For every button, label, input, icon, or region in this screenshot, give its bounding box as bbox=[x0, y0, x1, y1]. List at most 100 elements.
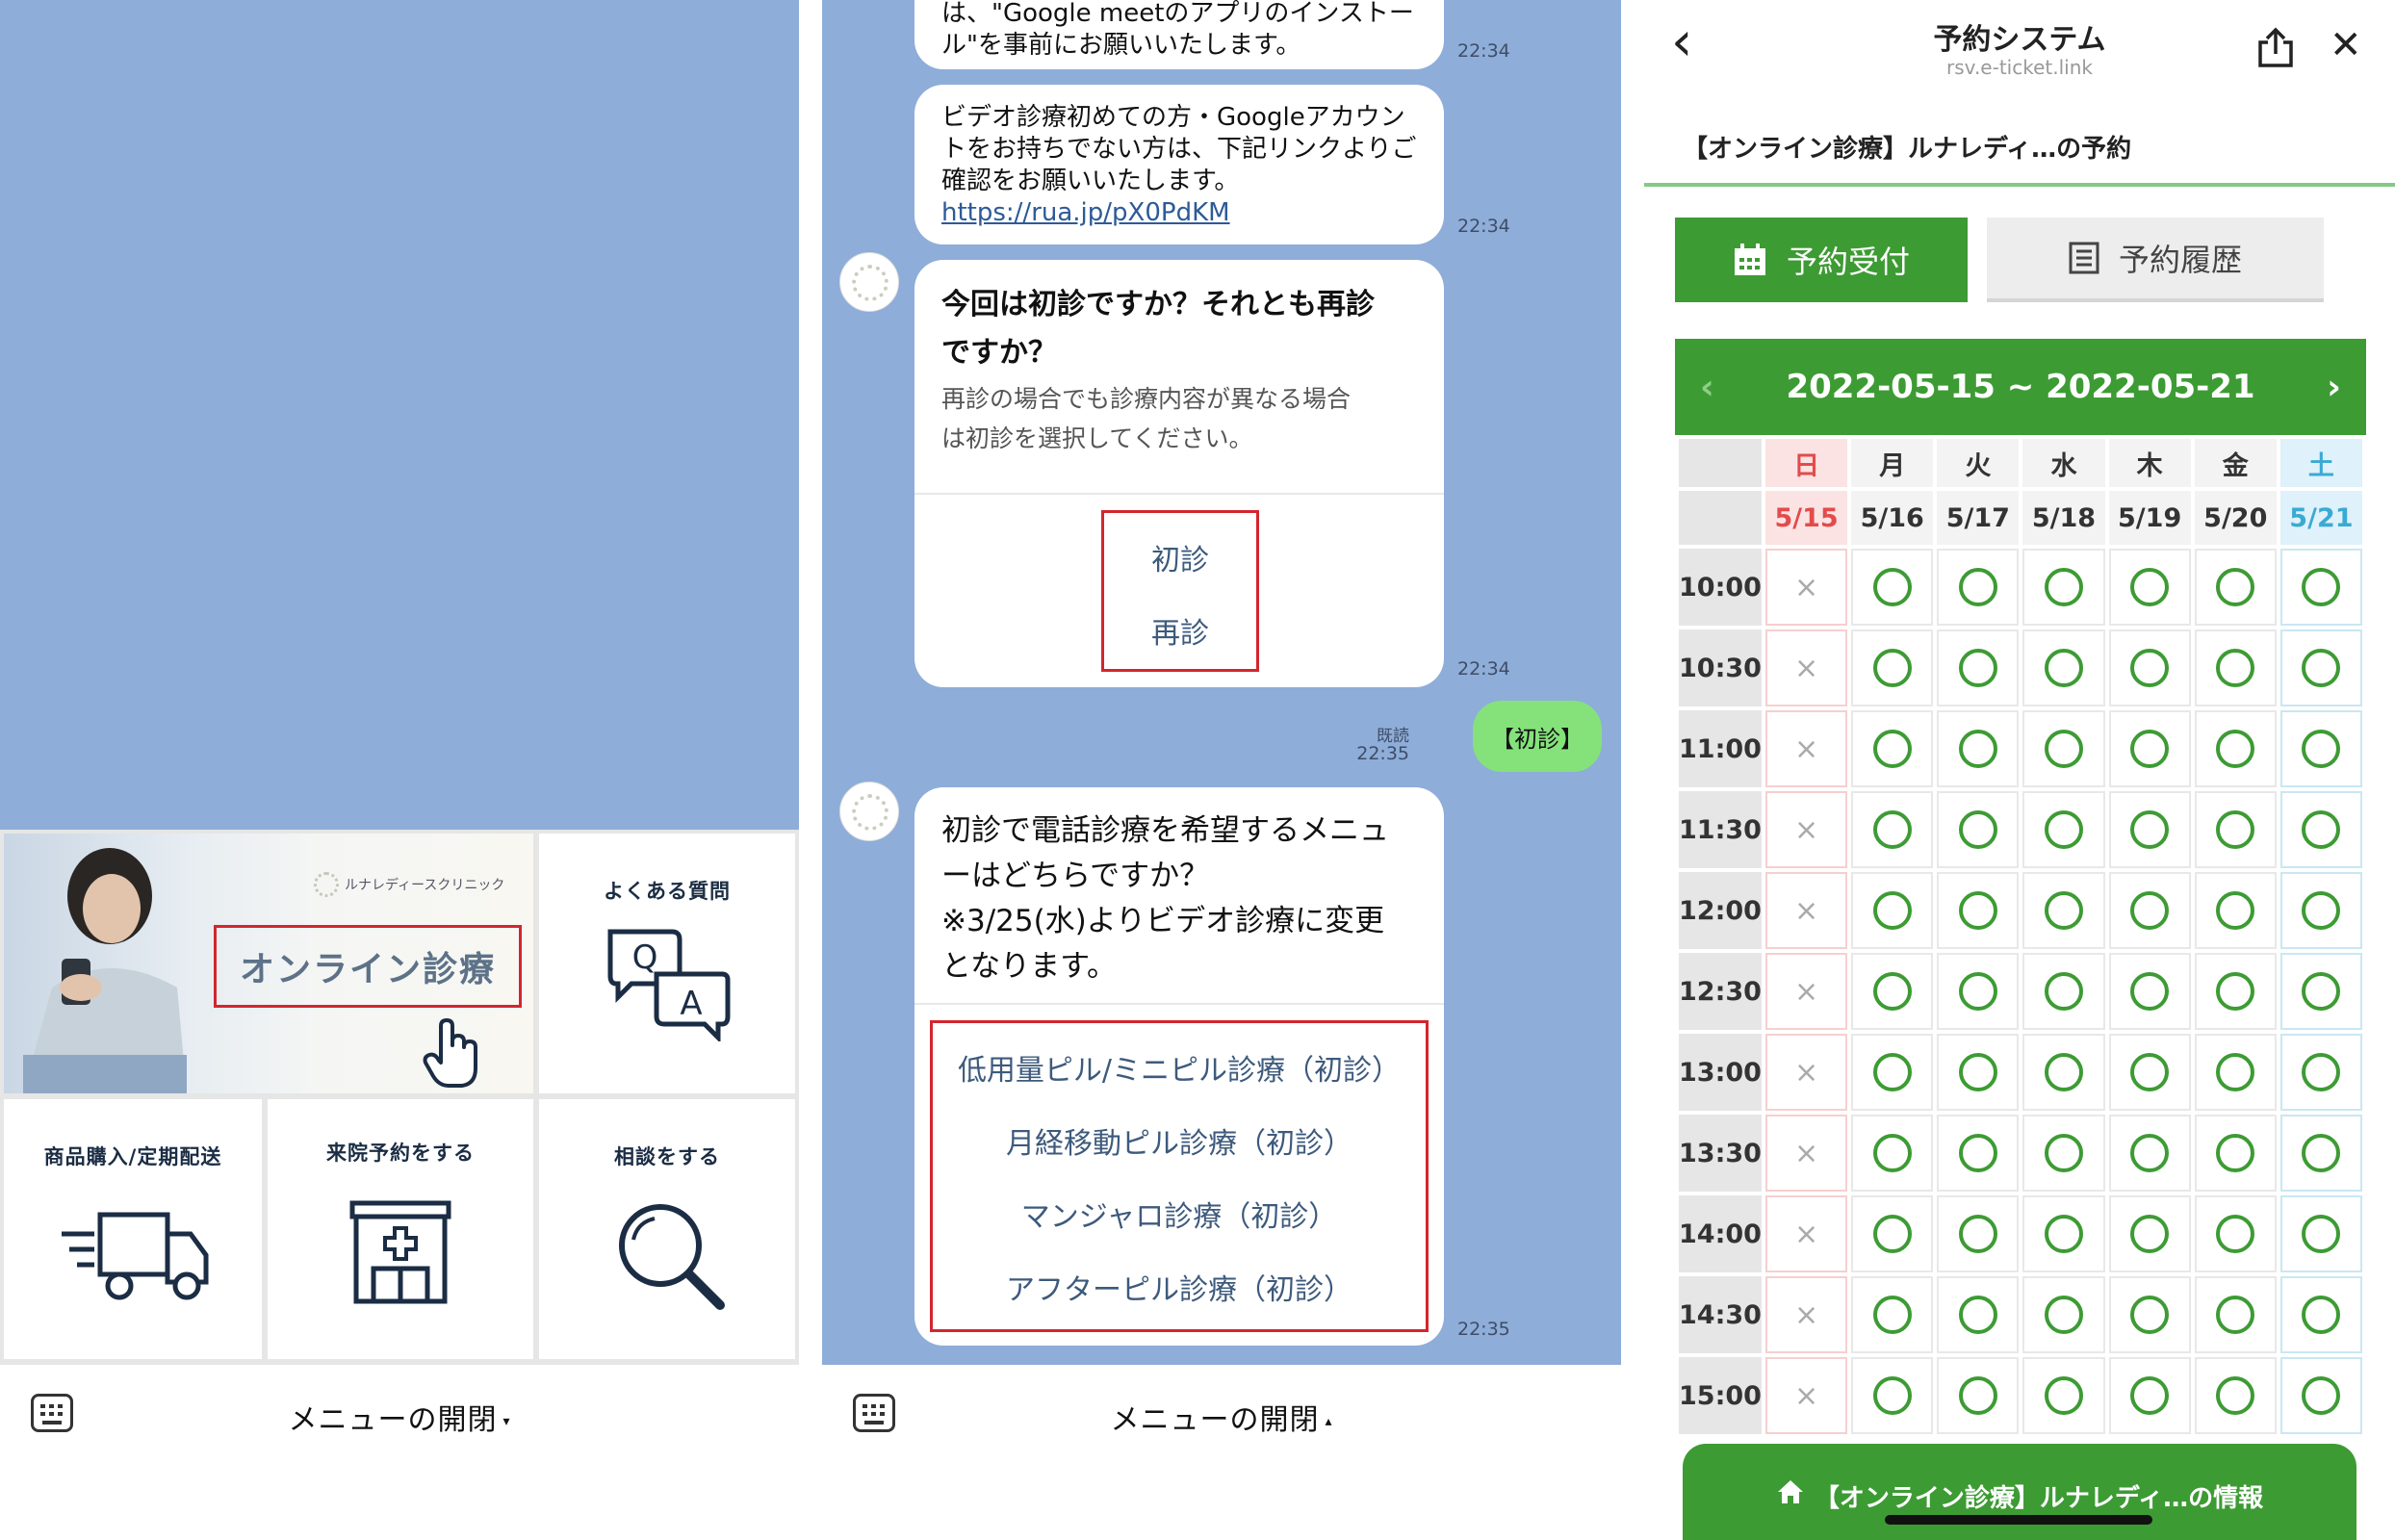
available-slot[interactable] bbox=[2279, 710, 2362, 787]
unavailable-slot: × bbox=[1765, 791, 1848, 868]
menu-toggle-button[interactable]: メニューの開閉 ▾ bbox=[0, 1396, 799, 1438]
available-slot[interactable] bbox=[1851, 1034, 1934, 1111]
available-slot[interactable] bbox=[1937, 1276, 2020, 1353]
available-slot[interactable] bbox=[2194, 629, 2277, 706]
available-slot[interactable] bbox=[2194, 791, 2277, 868]
available-slot[interactable] bbox=[2108, 872, 2191, 949]
period-shift-pill-button[interactable]: 月経移動ピル診療（初診） bbox=[933, 1119, 1426, 1162]
available-slot[interactable] bbox=[2194, 1195, 2277, 1272]
available-slot[interactable] bbox=[2194, 953, 2277, 1030]
available-slot[interactable] bbox=[1937, 1115, 2020, 1192]
available-slot[interactable] bbox=[1851, 791, 1934, 868]
mounjaro-button[interactable]: マンジャロ診療（初診） bbox=[933, 1193, 1426, 1235]
available-slot[interactable] bbox=[1851, 1115, 1934, 1192]
available-slot[interactable] bbox=[2022, 1276, 2105, 1353]
available-slot[interactable] bbox=[1851, 710, 1934, 787]
available-slot[interactable] bbox=[2279, 1115, 2362, 1192]
available-slot[interactable] bbox=[1937, 1034, 2020, 1111]
available-slot[interactable] bbox=[2194, 549, 2277, 626]
available-slot[interactable] bbox=[2108, 791, 2191, 868]
available-slot[interactable] bbox=[2279, 1357, 2362, 1434]
available-slot[interactable] bbox=[1937, 1195, 2020, 1272]
available-slot[interactable] bbox=[2108, 1276, 2191, 1353]
available-slot[interactable] bbox=[1851, 872, 1934, 949]
available-slot[interactable] bbox=[2022, 549, 2105, 626]
available-slot[interactable] bbox=[2194, 710, 2277, 787]
available-slot[interactable] bbox=[1937, 549, 2020, 626]
available-slot[interactable] bbox=[2279, 1034, 2362, 1111]
available-circle-icon bbox=[2302, 810, 2341, 849]
available-slot[interactable] bbox=[2279, 549, 2362, 626]
available-slot[interactable] bbox=[2022, 1195, 2105, 1272]
available-slot[interactable] bbox=[1937, 872, 2020, 949]
week-range: 2022-05-15 ~ 2022-05-21 bbox=[1786, 368, 2255, 406]
available-slot[interactable] bbox=[2108, 629, 2191, 706]
date-row: 5/15 5/16 5/17 5/18 5/19 5/20 5/21 bbox=[1679, 491, 2362, 545]
available-slot[interactable] bbox=[2279, 1195, 2362, 1272]
menu-toggle-button[interactable]: メニューの開閉 ▴ bbox=[822, 1396, 1621, 1438]
visit-reservation-tile[interactable]: 来院予約をする bbox=[268, 1099, 533, 1359]
available-slot[interactable] bbox=[2022, 710, 2105, 787]
faq-tile[interactable]: よくある質問 Q A bbox=[539, 834, 795, 1093]
guide-link[interactable]: https://rua.jp/pX0PdKM bbox=[941, 197, 1416, 229]
available-slot[interactable] bbox=[2108, 1357, 2191, 1434]
available-slot[interactable] bbox=[1937, 791, 2020, 868]
available-slot[interactable] bbox=[2194, 872, 2277, 949]
next-week-icon[interactable]: › bbox=[2327, 368, 2341, 407]
available-circle-icon bbox=[2302, 568, 2341, 606]
shop-tile[interactable]: 商品購入/定期配送 bbox=[4, 1099, 262, 1359]
available-circle-icon bbox=[2130, 649, 2170, 687]
available-slot[interactable] bbox=[1851, 953, 1934, 1030]
available-slot[interactable] bbox=[2108, 710, 2191, 787]
available-slot[interactable] bbox=[2194, 1115, 2277, 1192]
online-consultation-tile[interactable]: ルナレディースクリニック オンライン診療 bbox=[4, 834, 533, 1093]
available-circle-icon bbox=[2044, 1053, 2083, 1091]
clinic-avatar[interactable] bbox=[839, 782, 899, 841]
available-slot[interactable] bbox=[1937, 953, 2020, 1030]
available-slot[interactable] bbox=[2022, 1115, 2105, 1192]
available-slot[interactable] bbox=[2108, 549, 2191, 626]
available-slot[interactable] bbox=[2194, 1034, 2277, 1111]
available-slot[interactable] bbox=[2279, 1276, 2362, 1353]
available-circle-icon bbox=[1872, 730, 1912, 768]
available-slot[interactable] bbox=[2022, 953, 2105, 1030]
available-slot[interactable] bbox=[1851, 549, 1934, 626]
available-slot[interactable] bbox=[1937, 1357, 2020, 1434]
available-circle-icon bbox=[2044, 730, 2083, 768]
available-slot[interactable] bbox=[2022, 1357, 2105, 1434]
first-visit-button[interactable]: 初診 bbox=[1104, 536, 1256, 578]
online-consultation-label[interactable]: オンライン診療 bbox=[214, 925, 522, 1008]
prev-week-icon[interactable]: ‹ bbox=[1700, 368, 1714, 407]
available-slot[interactable] bbox=[2022, 791, 2105, 868]
available-slot[interactable] bbox=[2108, 1115, 2191, 1192]
available-slot[interactable] bbox=[2108, 1034, 2191, 1111]
available-slot[interactable] bbox=[2279, 953, 2362, 1030]
available-slot[interactable] bbox=[1851, 1276, 1934, 1353]
available-slot[interactable] bbox=[2279, 872, 2362, 949]
after-pill-button[interactable]: アフターピル診療（初診） bbox=[933, 1266, 1426, 1308]
available-slot[interactable] bbox=[1937, 710, 2020, 787]
available-slot[interactable] bbox=[1851, 629, 1934, 706]
available-slot[interactable] bbox=[2108, 953, 2191, 1030]
tab-history[interactable]: 予約履歴 bbox=[1987, 218, 2324, 302]
clinic-avatar[interactable] bbox=[839, 252, 899, 312]
available-slot[interactable] bbox=[2279, 791, 2362, 868]
available-slot[interactable] bbox=[2279, 629, 2362, 706]
available-slot[interactable] bbox=[2022, 1034, 2105, 1111]
available-slot[interactable] bbox=[2022, 872, 2105, 949]
available-slot[interactable] bbox=[1851, 1195, 1934, 1272]
consult-tile[interactable]: 相談をする bbox=[539, 1099, 795, 1359]
available-slot[interactable] bbox=[2022, 629, 2105, 706]
available-slot[interactable] bbox=[2194, 1276, 2277, 1353]
available-circle-icon bbox=[2216, 1134, 2255, 1172]
share-icon[interactable] bbox=[2256, 27, 2295, 69]
tab-reserve[interactable]: 予約受付 bbox=[1675, 218, 1968, 302]
available-slot[interactable] bbox=[1851, 1357, 1934, 1434]
available-slot[interactable] bbox=[1937, 629, 2020, 706]
available-slot[interactable] bbox=[2108, 1195, 2191, 1272]
revisit-button[interactable]: 再診 bbox=[1104, 609, 1256, 652]
available-slot[interactable] bbox=[2194, 1357, 2277, 1434]
close-icon[interactable]: ✕ bbox=[2330, 23, 2362, 67]
clinic-info-button[interactable]: 【オンライン診療】ルナレディ…の情報 bbox=[1683, 1444, 2356, 1540]
low-dose-pill-button[interactable]: 低用量ピル/ミニピル診療（初診） bbox=[933, 1046, 1426, 1089]
